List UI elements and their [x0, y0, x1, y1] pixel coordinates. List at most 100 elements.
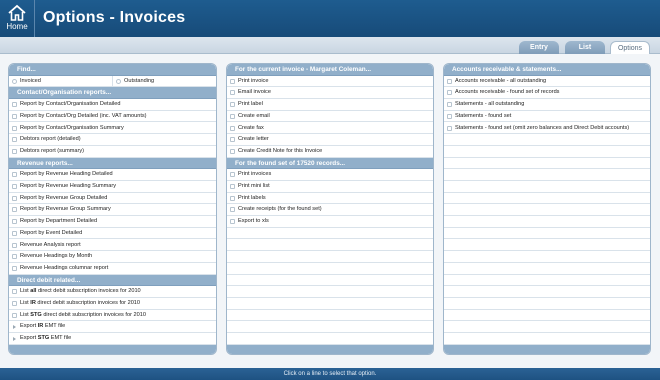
list-item-label: Create email	[238, 112, 270, 119]
contact-report-item[interactable]: Report by Contact/Organisation Summary	[9, 123, 216, 135]
revenue-report-item[interactable]: Revenue Headings columnar report	[9, 263, 216, 275]
empty-row	[227, 263, 433, 275]
empty-row	[227, 333, 433, 345]
list-item-label: Debtors report (summary)	[20, 147, 85, 154]
revenue-report-item[interactable]: Revenue Analysis report	[9, 240, 216, 252]
home-button[interactable]: Home	[0, 0, 35, 37]
found-set-action[interactable]: Export to xls	[227, 216, 433, 228]
direct-debit-item[interactable]: List IR direct debit subscription invoic…	[9, 298, 216, 310]
label-suffix: EMT file	[49, 335, 72, 342]
list-item-label: Email invoice	[238, 89, 271, 96]
list-item-label: Create letter	[238, 136, 269, 143]
list-item-label: Create receipts (for the found set)	[238, 206, 322, 213]
list-item-label: Statements - found set	[455, 112, 512, 119]
list-item-label: List IR direct debit subscription invoic…	[20, 298, 140, 309]
contact-report-item[interactable]: Report by Contact/Org Detailed (inc. VAT…	[9, 111, 216, 123]
revenue-report-item[interactable]: Report by Revenue Group Summary	[9, 204, 216, 217]
direct-debit-item[interactable]: List STG direct debit subscription invoi…	[9, 310, 216, 322]
contact-report-item[interactable]: Debtors report (detailed)	[9, 134, 216, 146]
action-icon	[230, 125, 235, 131]
current-invoice-action[interactable]: Email invoice	[227, 87, 433, 100]
home-icon	[8, 4, 26, 21]
export-icon	[13, 324, 16, 329]
report-icon	[12, 148, 17, 154]
header-bar: Home Options - Invoices	[0, 0, 660, 37]
list-item-label: Print mini list	[238, 183, 270, 189]
empty-row	[444, 333, 650, 345]
list-item-label: Create Credit Note for this Invoice	[238, 147, 323, 154]
found-set-action[interactable]: Print labels	[227, 193, 433, 205]
empty-row	[227, 251, 433, 263]
action-icon	[230, 78, 235, 84]
report-icon	[12, 113, 17, 119]
revenue-reports-header: Revenue reports...	[9, 157, 216, 170]
report-icon	[12, 207, 17, 213]
contact-report-item[interactable]: Debtors report (summary)	[9, 146, 216, 158]
action-icon	[230, 113, 235, 119]
report-icon	[12, 184, 17, 189]
action-icon	[230, 219, 235, 225]
label-prefix: List	[20, 300, 31, 306]
list-item-label: Statements - all outstanding	[455, 101, 525, 108]
list-item-label: Revenue Headings columnar report	[20, 264, 109, 271]
accounts-receivable-item[interactable]: Accounts receivable - found set of recor…	[444, 87, 650, 100]
list-item-label: Print invoices	[238, 171, 272, 178]
find-invoiced-button[interactable]: Invoiced	[9, 75, 113, 87]
tab-list[interactable]: List	[565, 41, 605, 54]
empty-row	[444, 169, 650, 181]
action-icon	[230, 90, 235, 96]
empty-row	[227, 275, 433, 287]
direct-debit-item[interactable]: Export STG EMT file	[9, 333, 216, 345]
list-item-label: Report by Revenue Heading Summary	[20, 183, 117, 189]
accounts-receivable-item[interactable]: Accounts receivable - all outstanding	[444, 76, 650, 88]
empty-row	[444, 228, 650, 240]
revenue-report-item[interactable]: Report by Event Detailed	[9, 228, 216, 240]
label-prefix: Export	[20, 323, 38, 330]
report-icon	[447, 113, 452, 119]
panel-footer	[9, 345, 216, 354]
search-icon	[12, 301, 17, 306]
found-set-action[interactable]: Create receipts (for the found set)	[227, 204, 433, 217]
direct-debit-item[interactable]: List all direct debit subscription invoi…	[9, 286, 216, 298]
report-icon	[12, 137, 17, 143]
current-invoice-action[interactable]: Create email	[227, 111, 433, 123]
tab-options[interactable]: Options	[610, 41, 650, 54]
current-invoice-action[interactable]: Create letter	[227, 134, 433, 146]
list-item-label: List all direct debit subscription invoi…	[20, 286, 141, 297]
found-set-action[interactable]: Print mini list	[227, 181, 433, 193]
found-set-header: For the found set of 17520 records...	[227, 157, 433, 170]
accounts-receivable-item[interactable]: Statements - found set (omit zero balanc…	[444, 123, 650, 135]
list-item-label: Revenue Headings by Month	[20, 253, 93, 260]
find-row: Invoiced Outstanding	[9, 75, 216, 88]
report-icon	[12, 195, 17, 201]
report-icon	[447, 125, 452, 131]
direct-debit-item[interactable]: Export IR EMT file	[9, 321, 216, 334]
accounts-receivable-item[interactable]: Statements - all outstanding	[444, 99, 650, 111]
found-set-action[interactable]: Print invoices	[227, 169, 433, 181]
current-invoice-action[interactable]: Print invoice	[227, 76, 433, 88]
accounts-receivable-item[interactable]: Statements - found set	[444, 111, 650, 123]
current-invoice-action[interactable]: Print label	[227, 99, 433, 111]
list-item-label: Print invoice	[238, 77, 269, 84]
report-icon	[12, 265, 17, 271]
revenue-report-item[interactable]: Report by Revenue Heading Summary	[9, 181, 216, 193]
revenue-report-item[interactable]: Report by Revenue Group Detailed	[9, 193, 216, 205]
list-item-label: Export to xls	[238, 218, 269, 225]
contact-report-item[interactable]: Report by Contact/Organisation Detailed	[9, 99, 216, 111]
revenue-report-item[interactable]: Revenue Headings by Month	[9, 251, 216, 263]
empty-row	[444, 298, 650, 310]
tab-bar: Entry List Options	[0, 37, 660, 54]
current-invoice-action[interactable]: Create Credit Note for this Invoice	[227, 146, 433, 158]
tab-entry[interactable]: Entry	[519, 41, 559, 54]
label-suffix: direct debit subscription invoices for 2…	[36, 288, 141, 295]
action-icon	[230, 184, 235, 189]
report-icon	[12, 102, 17, 108]
revenue-report-item[interactable]: Report by Department Detailed	[9, 216, 216, 228]
panel-footer	[444, 345, 650, 354]
find-outstanding-button[interactable]: Outstanding	[113, 76, 216, 87]
status-bar: Click on a line to select that option.	[0, 368, 660, 380]
report-icon	[447, 78, 452, 84]
revenue-report-item[interactable]: Report by Revenue Heading Detailed	[9, 169, 216, 181]
current-invoice-action[interactable]: Create fax	[227, 123, 433, 135]
empty-row	[444, 134, 650, 146]
